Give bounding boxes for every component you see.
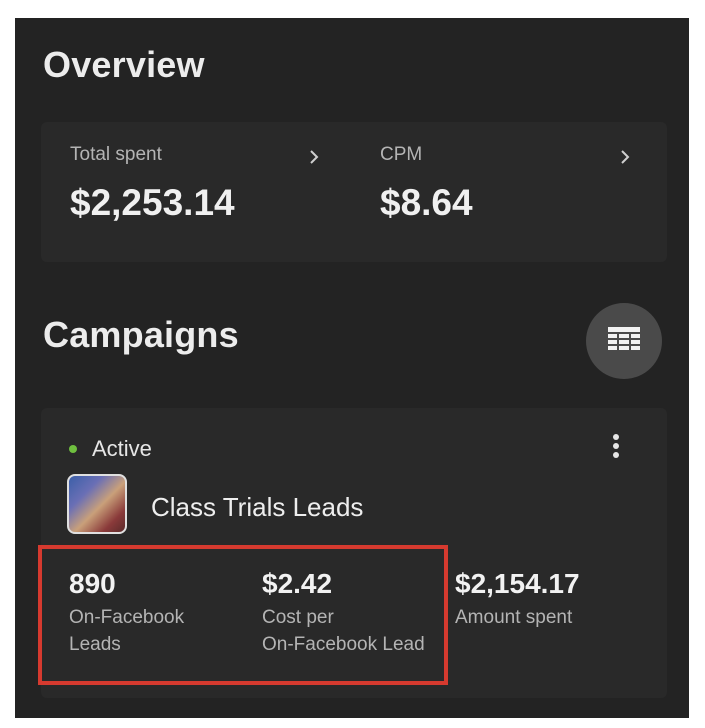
stat-label-line: On-Facebook — [69, 607, 185, 628]
campaign-name[interactable]: Class Trials Leads — [151, 492, 363, 523]
overview-title: Overview — [43, 44, 205, 85]
campaign-status: Active — [69, 436, 152, 462]
stat-cost-per-lead: $2.42 Cost per On-Facebook Lead — [262, 568, 425, 658]
stat-label: Cost per On-Facebook Lead — [262, 604, 425, 658]
stat-leads: 890 On-Facebook Leads — [69, 568, 184, 658]
status-label: Active — [92, 436, 152, 461]
table-icon — [608, 326, 640, 356]
stat-label-line: Amount spent — [455, 607, 573, 628]
campaign-thumbnail — [67, 474, 127, 534]
metric-label: Total spent — [70, 144, 162, 165]
stat-value: $2,154.17 — [455, 568, 580, 599]
metric-total-spent[interactable]: Total spent $2,253.14 — [70, 144, 235, 224]
metric-value: $2,253.14 — [70, 182, 235, 223]
stat-value: $2.42 — [262, 568, 333, 599]
stat-label-line: Cost per — [262, 607, 334, 628]
status-dot-icon — [69, 445, 77, 453]
metric-label: CPM — [380, 144, 423, 165]
stat-amount-spent: $2,154.17 Amount spent — [455, 568, 580, 631]
stat-label-line: On-Facebook Lead — [262, 634, 425, 655]
more-vertical-icon[interactable] — [612, 434, 620, 460]
stat-label: On-Facebook Leads — [69, 604, 184, 658]
campaign-card[interactable]: Active Class Trials Leads 890 On-Faceboo… — [41, 408, 667, 698]
overview-card: Total spent $2,253.14 CPM $8.64 — [41, 122, 667, 262]
campaigns-title: Campaigns — [43, 314, 239, 355]
chevron-right-icon[interactable] — [305, 148, 323, 166]
app-screen: Overview Total spent $2,253.14 CPM $8.64… — [15, 18, 689, 718]
stat-value: 890 — [69, 568, 116, 599]
table-view-button[interactable] — [586, 303, 662, 379]
chevron-right-icon[interactable] — [616, 148, 634, 166]
metric-cpm[interactable]: CPM $8.64 — [380, 144, 473, 224]
stat-label: Amount spent — [455, 604, 580, 631]
metric-value: $8.64 — [380, 182, 473, 223]
stat-label-line: Leads — [69, 634, 121, 655]
